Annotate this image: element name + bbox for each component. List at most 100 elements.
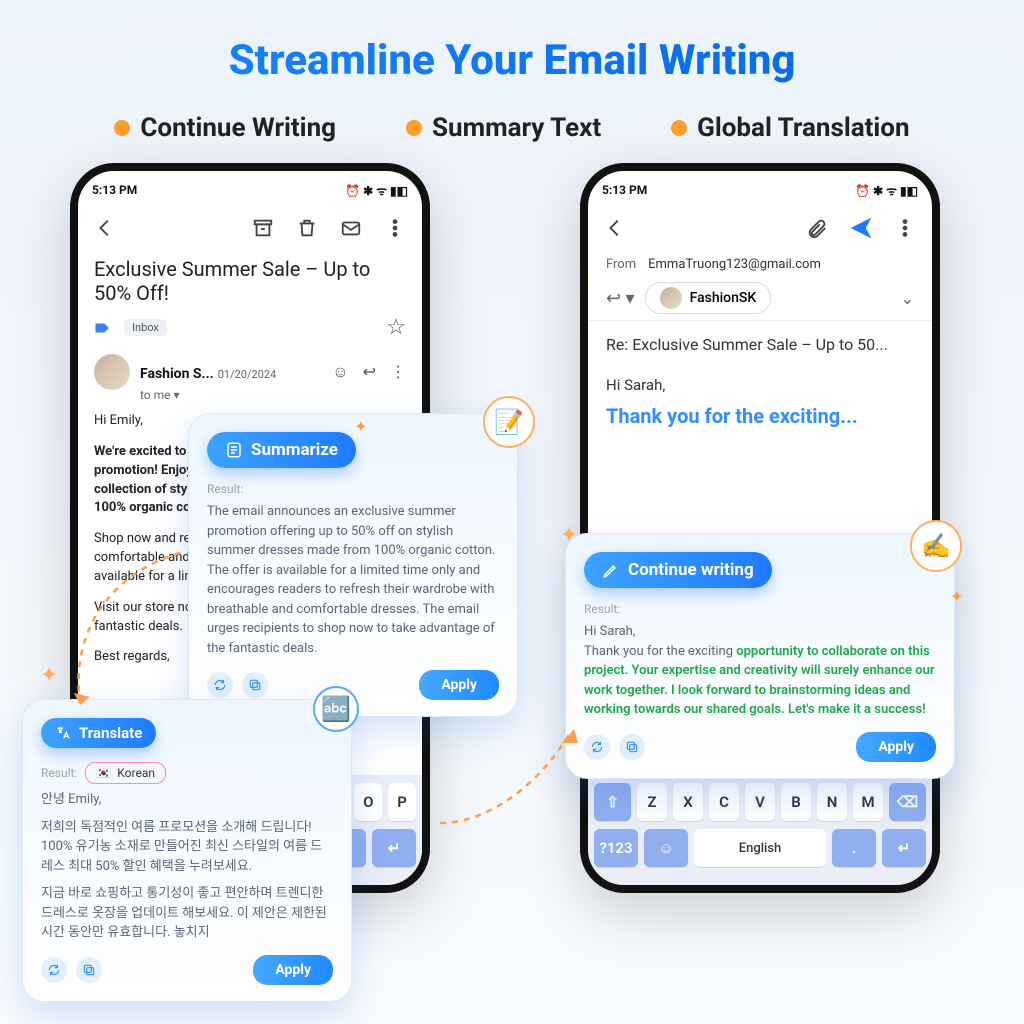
sender-avatar	[94, 354, 130, 390]
compose-body[interactable]: Hi Sarah,	[588, 368, 932, 402]
back-button[interactable]	[600, 213, 630, 243]
from-row[interactable]: From EmmaTruong123@gmail.com	[588, 253, 932, 276]
delete-button[interactable]	[292, 213, 322, 243]
inbox-chip[interactable]: Inbox	[124, 319, 167, 336]
bullet-label: Continue Writing	[140, 113, 336, 143]
expand-recipients-icon[interactable]: ⌄	[901, 289, 914, 308]
reply-subject[interactable]: Re: Exclusive Summer Sale – Up to 50...	[588, 320, 932, 368]
bullet-label: Summary Text	[432, 113, 601, 143]
regenerate-button[interactable]	[207, 672, 233, 698]
phone-right: 5:13 PM ⏰ ✱ ᯤ ▮◧ From EmmaTruong123@gmai…	[580, 163, 940, 893]
react-icon[interactable]: ☺	[332, 362, 348, 382]
page-headline: Streamline Your Email Writing	[0, 0, 1024, 85]
connector-arrow-icon	[430, 723, 580, 833]
key-c[interactable]: C	[709, 783, 739, 821]
copy-button[interactable]	[76, 957, 102, 983]
from-value: EmmaTruong123@gmail.com	[648, 257, 821, 272]
key-p[interactable]: P	[388, 783, 416, 821]
continue-result: Hi Sarah, Thank you for the exciting opp…	[584, 622, 936, 720]
feature-bullets: Continue Writing Summary Text Global Tra…	[0, 113, 1024, 143]
summarize-result: The email announces an exclusive summer …	[207, 502, 499, 658]
from-label: From	[606, 257, 636, 272]
translate-result: 안녕 Emily, 저희의 독점적인 여름 프로모션을 소개해 드립니다! 10…	[41, 790, 333, 943]
note-badge-icon: 📝	[483, 396, 535, 448]
key-enter[interactable]: ↵	[372, 829, 416, 867]
key-v[interactable]: V	[745, 783, 775, 821]
sender-name: Fashion S...	[140, 366, 214, 382]
bullet-dot-icon	[671, 120, 687, 136]
copy-button[interactable]	[619, 734, 645, 760]
translate-card: Translate 🔤 Result: 🇰🇷 Korean 안녕 Emily, …	[22, 699, 352, 1002]
sparkle-icon: ✦	[560, 523, 578, 548]
status-icons: ⏰ ✱ ᯤ ▮◧	[345, 182, 408, 199]
apply-button[interactable]: Apply	[253, 955, 333, 985]
key-x[interactable]: X	[673, 783, 703, 821]
continue-card: Continue writing ✍️ Result: Hi Sarah, Th…	[565, 533, 955, 779]
language-chip[interactable]: 🇰🇷 Korean	[85, 762, 166, 784]
to-row[interactable]: ↩ ▾ FashionSK ⌄	[588, 276, 932, 320]
back-button[interactable]	[90, 213, 120, 243]
sparkle-icon: ✦	[950, 587, 963, 606]
more-button[interactable]	[380, 213, 410, 243]
result-label: Result:	[584, 602, 936, 616]
writing-badge-icon: ✍️	[910, 520, 962, 572]
send-button[interactable]	[846, 213, 876, 243]
compose-toolbar	[588, 203, 932, 253]
key-space[interactable]: English	[694, 829, 826, 867]
bullet-label: Global Translation	[697, 113, 909, 143]
continue-button[interactable]: Continue writing	[584, 552, 772, 588]
key-shift[interactable]: ⇧	[594, 783, 631, 821]
key-enter[interactable]: ↵	[882, 829, 926, 867]
to-me-dropdown[interactable]: to me ▾	[78, 388, 422, 402]
result-label: Result:	[207, 482, 499, 496]
key-num[interactable]: ?123	[594, 829, 638, 867]
summarize-icon	[225, 441, 243, 459]
copy-button[interactable]	[242, 672, 268, 698]
bullet-continue: Continue Writing	[114, 113, 336, 143]
status-bar: 5:13 PM ⏰ ✱ ᯤ ▮◧	[78, 177, 422, 203]
translate-icon	[55, 725, 71, 741]
sparkle-icon: ✦	[40, 663, 58, 688]
pen-icon	[602, 561, 620, 579]
ai-suggestion-line: Thank you for the exciting...	[588, 402, 932, 430]
apply-button[interactable]: Apply	[856, 732, 936, 762]
attach-button[interactable]	[802, 213, 832, 243]
key-emoji[interactable]: ☺	[644, 829, 688, 867]
key-z[interactable]: Z	[637, 783, 667, 821]
mark-unread-button[interactable]	[336, 213, 366, 243]
bullet-dot-icon	[114, 120, 130, 136]
star-button[interactable]: ☆	[386, 315, 406, 340]
label-arrow-icon	[94, 319, 112, 337]
reply-icon[interactable]: ↩	[363, 362, 376, 382]
email-subject: Exclusive Summer Sale – Up to 50% Off!	[94, 257, 406, 305]
summarize-card: Summarize 📝 Result: The email announces …	[188, 413, 518, 717]
status-time: 5:13 PM	[602, 183, 647, 197]
mail-toolbar	[78, 203, 422, 253]
regenerate-button[interactable]	[584, 734, 610, 760]
subject-row: Exclusive Summer Sale – Up to 50% Off!	[78, 253, 422, 315]
bullet-dot-icon	[406, 120, 422, 136]
key-backspace[interactable]: ⌫	[889, 783, 926, 821]
translate-button[interactable]: Translate	[41, 718, 156, 748]
key-o[interactable]: O	[354, 783, 382, 821]
status-time: 5:13 PM	[92, 183, 137, 197]
translate-badge-icon: 🔤	[313, 686, 359, 732]
more-button[interactable]	[890, 213, 920, 243]
key-m[interactable]: M	[853, 783, 883, 821]
key-n[interactable]: N	[817, 783, 847, 821]
archive-button[interactable]	[248, 213, 278, 243]
summarize-button[interactable]: Summarize	[207, 432, 356, 468]
bullet-summary: Summary Text	[406, 113, 601, 143]
regenerate-button[interactable]	[41, 957, 67, 983]
status-bar: 5:13 PM ⏰ ✱ ᯤ ▮◧	[588, 177, 932, 203]
result-label: Result:	[41, 766, 77, 780]
sparkle-icon: ✦	[354, 417, 367, 436]
recipient-chip[interactable]: FashionSK	[645, 282, 772, 314]
recipient-avatar-icon	[660, 287, 682, 309]
key-b[interactable]: B	[781, 783, 811, 821]
sender-more-icon[interactable]: ⋮	[390, 362, 406, 382]
bullet-translate: Global Translation	[671, 113, 909, 143]
key-dot[interactable]: .	[832, 829, 876, 867]
status-icons: ⏰ ✱ ᯤ ▮◧	[855, 182, 918, 199]
apply-button[interactable]: Apply	[419, 670, 499, 700]
